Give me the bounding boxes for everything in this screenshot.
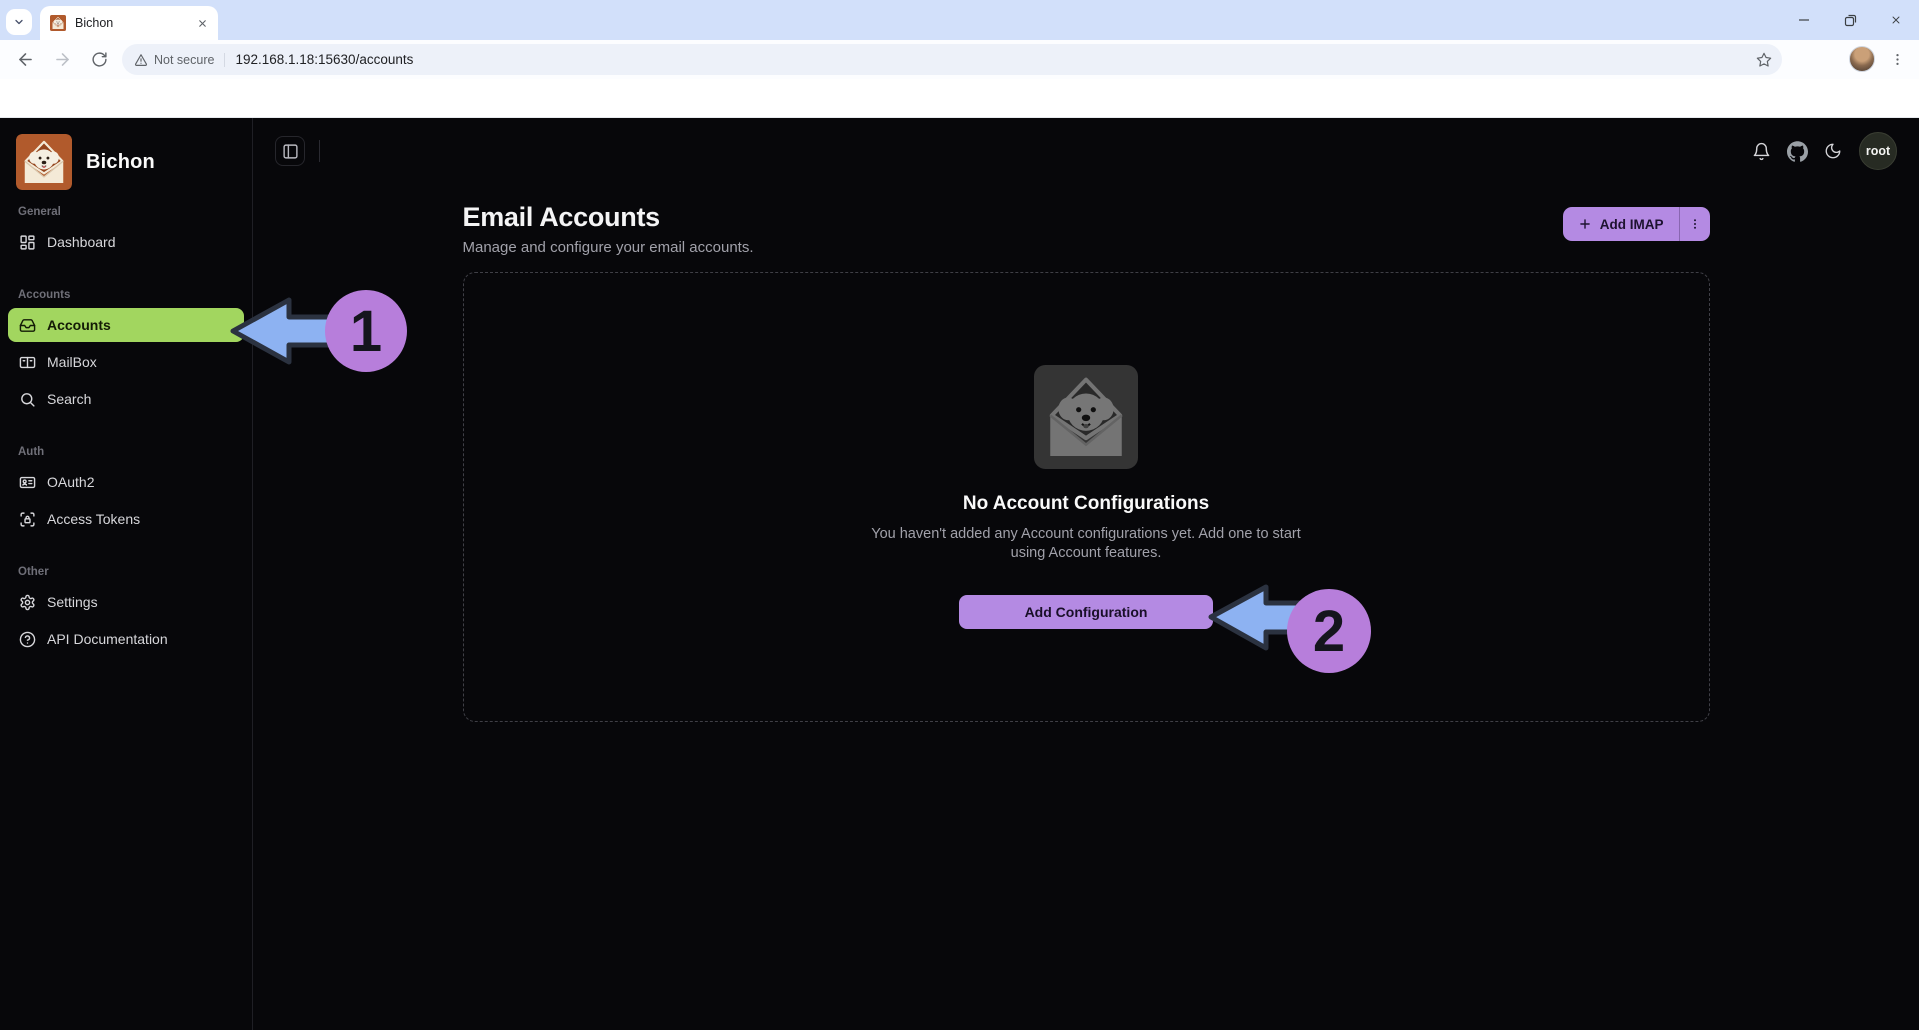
- reload-icon: [91, 51, 108, 68]
- restore-icon: [1844, 14, 1857, 27]
- page-title: Email Accounts: [463, 202, 754, 233]
- mailbox-icon: [19, 354, 36, 371]
- inbox-icon: [19, 317, 36, 334]
- bichon-logo: [16, 134, 72, 190]
- brand-row[interactable]: Bichon: [0, 118, 252, 198]
- theme-toggle-button[interactable]: [1815, 133, 1851, 169]
- search-icon: [19, 391, 36, 408]
- help-circle-icon: [19, 631, 36, 648]
- forward-button[interactable]: [45, 43, 79, 77]
- tab-search-button[interactable]: [6, 9, 32, 35]
- add-imap-split-button: Add IMAP: [1563, 207, 1710, 241]
- main-header: root: [253, 118, 1919, 184]
- browser-tabstrip: Bichon: [0, 0, 1919, 40]
- close-icon: [1890, 14, 1902, 26]
- sidebar-item-mailbox[interactable]: MailBox: [8, 345, 244, 379]
- sidebar: Bichon General Dashboard Accounts Accoun…: [0, 118, 253, 1030]
- url-input[interactable]: [235, 52, 1750, 67]
- sidebar-item-label: API Documentation: [47, 631, 168, 647]
- kebab-menu-icon: [1688, 217, 1702, 231]
- user-avatar-badge[interactable]: root: [1859, 132, 1897, 170]
- back-button[interactable]: [8, 43, 42, 77]
- warning-triangle-icon: [134, 53, 148, 67]
- reload-button[interactable]: [82, 43, 116, 77]
- browser-menu-button[interactable]: [1883, 45, 1911, 73]
- id-card-icon: [19, 474, 36, 491]
- section-label-accounts: Accounts: [8, 281, 244, 308]
- panel-left-icon: [282, 143, 299, 160]
- window-minimize-button[interactable]: [1781, 0, 1827, 40]
- brand-name: Bichon: [86, 151, 155, 174]
- section-label-auth: Auth: [8, 438, 244, 465]
- user-badge-label: root: [1866, 144, 1890, 158]
- back-arrow-icon: [16, 50, 35, 69]
- sidebar-item-search[interactable]: Search: [8, 382, 244, 416]
- window-close-button[interactable]: [1873, 0, 1919, 40]
- main-area: root Email Accounts Manage and configure…: [253, 118, 1919, 1030]
- browser-profile-avatar[interactable]: [1849, 46, 1875, 72]
- page-subtitle: Manage and configure your email accounts…: [463, 239, 754, 256]
- empty-state-card: No Account Configurations You haven't ad…: [463, 272, 1710, 722]
- sidebar-toggle-button[interactable]: [275, 136, 305, 166]
- sidebar-item-label: Dashboard: [47, 234, 116, 250]
- empty-state-title: No Account Configurations: [963, 493, 1209, 515]
- add-account-menu-button[interactable]: [1680, 207, 1710, 241]
- empty-state-description: You haven't added any Account configurat…: [853, 525, 1319, 562]
- bookmark-star-button[interactable]: [1750, 46, 1778, 74]
- sidebar-item-access-tokens[interactable]: Access Tokens: [8, 502, 244, 536]
- address-bar[interactable]: Not secure: [122, 44, 1782, 75]
- sidebar-item-dashboard[interactable]: Dashboard: [8, 225, 244, 259]
- kebab-menu-icon: [1890, 52, 1905, 67]
- sidebar-nav: General Dashboard Accounts Accounts Mail…: [0, 198, 252, 656]
- window-controls: [1781, 0, 1919, 40]
- github-icon: [1787, 141, 1808, 162]
- minimize-icon: [1798, 14, 1810, 26]
- dashboard-icon: [19, 234, 36, 251]
- sidebar-item-oauth2[interactable]: OAuth2: [8, 465, 244, 499]
- github-link-button[interactable]: [1779, 133, 1815, 169]
- tab-close-icon[interactable]: [197, 18, 208, 29]
- forward-arrow-icon: [53, 50, 72, 69]
- add-imap-label: Add IMAP: [1600, 217, 1664, 232]
- gear-icon: [19, 594, 36, 611]
- browser-toolbar: Not secure: [0, 40, 1919, 79]
- security-chip[interactable]: Not secure: [134, 53, 225, 67]
- add-imap-button[interactable]: Add IMAP: [1563, 207, 1679, 241]
- bichon-favicon: [50, 15, 66, 31]
- token-lock-icon: [19, 511, 36, 528]
- notifications-button[interactable]: [1743, 133, 1779, 169]
- header-divider: [319, 140, 320, 162]
- section-label-general: General: [8, 198, 244, 225]
- browser-tab[interactable]: Bichon: [40, 6, 218, 40]
- sidebar-item-label: Search: [47, 391, 91, 407]
- section-label-other: Other: [8, 558, 244, 585]
- bell-icon: [1752, 142, 1771, 161]
- chevron-down-icon: [13, 16, 25, 28]
- sidebar-item-label: MailBox: [47, 354, 97, 370]
- sidebar-item-api-documentation[interactable]: API Documentation: [8, 622, 244, 656]
- window-restore-button[interactable]: [1827, 0, 1873, 40]
- moon-icon: [1824, 142, 1842, 160]
- sidebar-item-label: Accounts: [47, 317, 111, 333]
- bookmarks-bar: [0, 79, 1919, 118]
- plus-icon: [1578, 217, 1592, 231]
- sidebar-item-label: Access Tokens: [47, 511, 140, 527]
- star-icon: [1756, 52, 1772, 68]
- tab-title: Bichon: [75, 16, 188, 30]
- sidebar-item-accounts[interactable]: Accounts: [8, 308, 244, 342]
- app-root: Bichon General Dashboard Accounts Accoun…: [0, 118, 1919, 1030]
- add-configuration-button[interactable]: Add Configuration: [959, 595, 1213, 629]
- empty-state-dog-image: [1027, 365, 1145, 469]
- security-label: Not secure: [154, 53, 214, 67]
- page-container: Email Accounts Manage and configure your…: [463, 202, 1710, 722]
- sidebar-item-settings[interactable]: Settings: [8, 585, 244, 619]
- sidebar-item-label: Settings: [47, 594, 98, 610]
- sidebar-item-label: OAuth2: [47, 474, 94, 490]
